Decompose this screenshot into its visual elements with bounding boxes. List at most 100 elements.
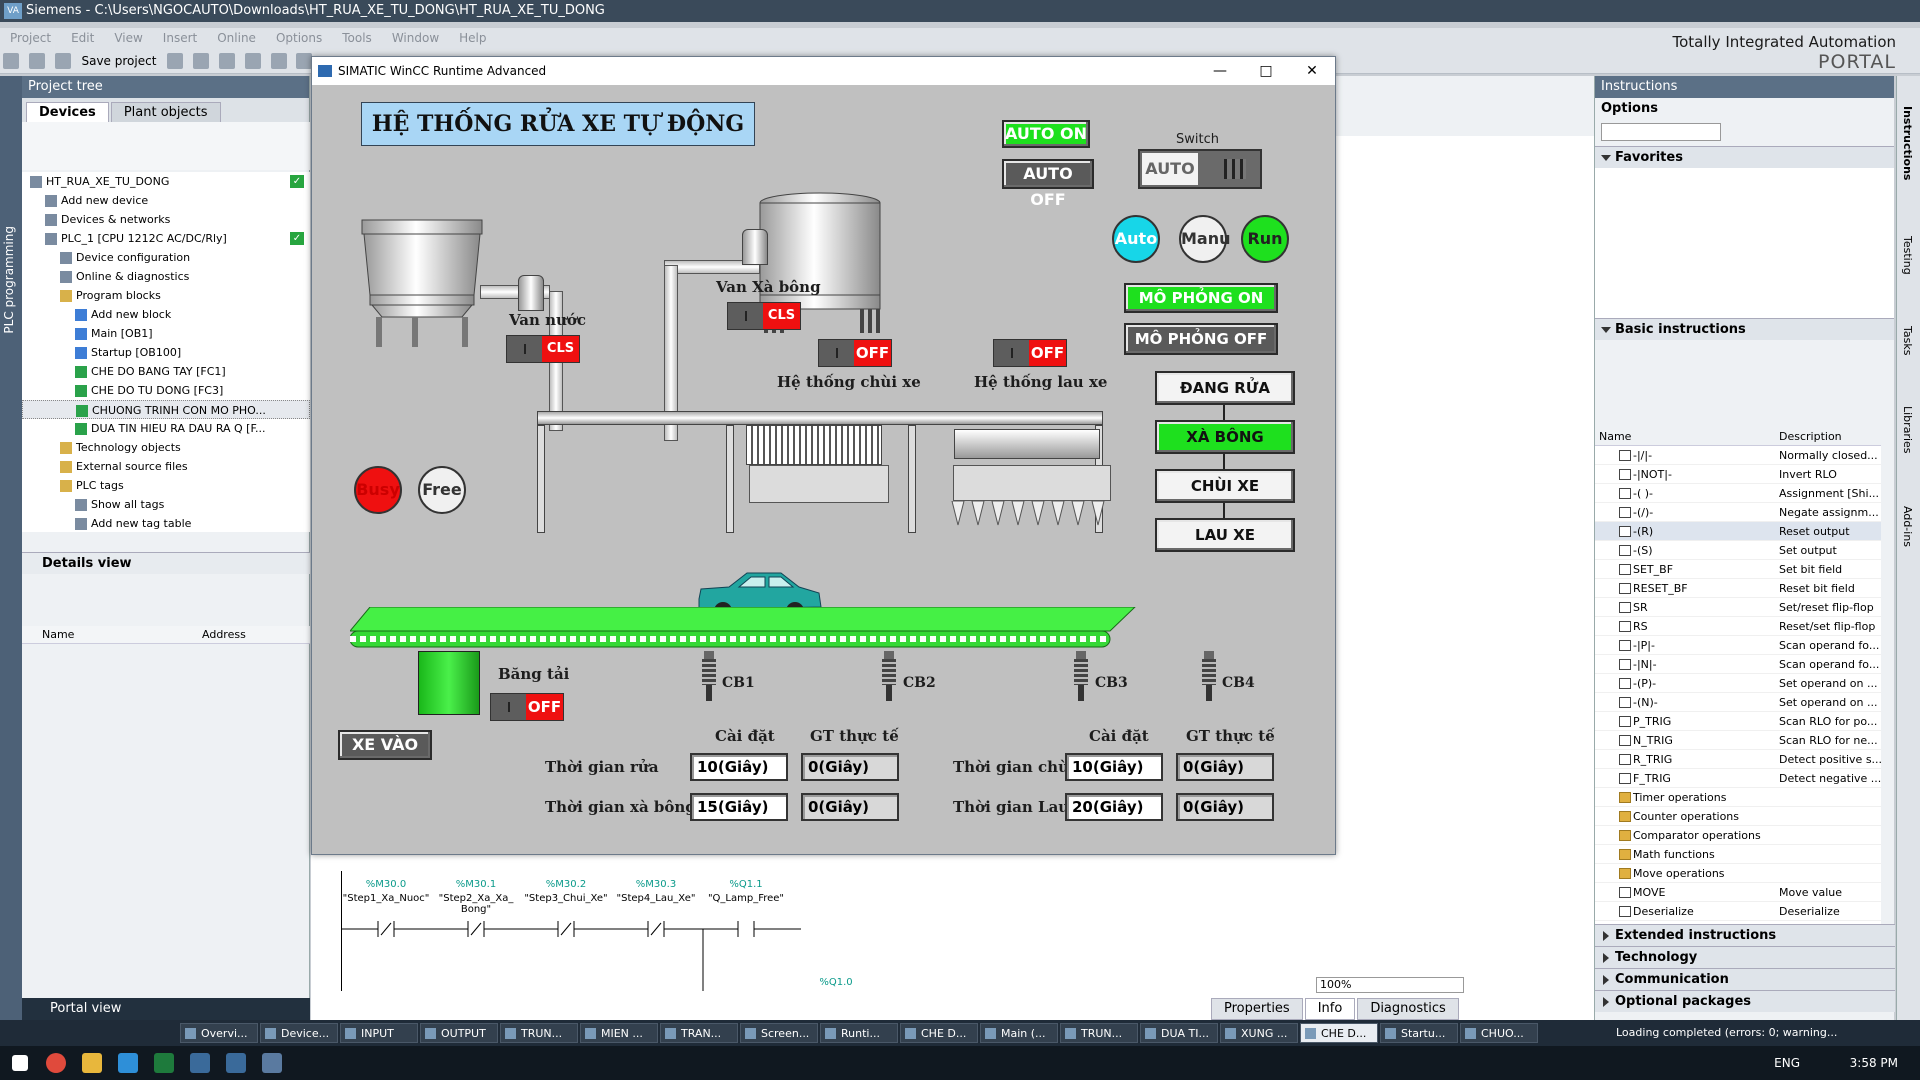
chui-system-toggle[interactable]: OFF: [818, 339, 892, 367]
editor-tab[interactable]: Screen...: [740, 1023, 818, 1043]
tree-item[interactable]: PLC tags: [22, 476, 310, 495]
tree-item[interactable]: Online & diagnostics: [22, 267, 310, 286]
strip-libraries[interactable]: Libraries: [1901, 406, 1914, 454]
extended-instructions-section[interactable]: Extended instructions: [1595, 924, 1895, 946]
tree-item[interactable]: CHUONG TRINH CON MO PHO...: [22, 400, 310, 419]
contact-name[interactable]: "Q_Lamp_Free": [696, 893, 796, 904]
menu-project[interactable]: Project: [0, 28, 61, 48]
tree-item[interactable]: Technology objects: [22, 438, 310, 457]
instruction-row[interactable]: RS Reset/set flip-flop: [1595, 617, 1881, 636]
editor-tab[interactable]: TRAN...: [660, 1023, 738, 1043]
instruction-row[interactable]: P_TRIG Scan RLO for po...: [1595, 712, 1881, 731]
open-project-icon[interactable]: [28, 53, 45, 69]
tree-item[interactable]: External source files: [22, 457, 310, 476]
menu-options[interactable]: Options: [266, 28, 332, 48]
instruction-row[interactable]: -|P|- Scan operand fo...: [1595, 636, 1881, 655]
instruction-row[interactable]: -(S) Set output: [1595, 541, 1881, 560]
strip-add-ins[interactable]: Add-ins: [1901, 506, 1914, 547]
editor-tab[interactable]: Main (...: [980, 1023, 1058, 1043]
instruction-row[interactable]: MOVE Move value: [1595, 883, 1881, 902]
wincc-icon[interactable]: [262, 1053, 282, 1073]
strip-tasks[interactable]: Tasks: [1901, 326, 1914, 355]
editor-tab[interactable]: Overvi...: [180, 1023, 258, 1043]
instruction-row[interactable]: SET_BF Set bit field: [1595, 560, 1881, 579]
contact-name[interactable]: "Step3_Chui_Xe": [516, 893, 616, 904]
instruction-row[interactable]: -(/)- Negate assignm...: [1595, 503, 1881, 522]
new-project-icon[interactable]: [3, 53, 19, 69]
tree-item[interactable]: Startup [OB100]: [22, 343, 310, 362]
plc-programming-label[interactable]: PLC programming: [2, 226, 16, 334]
save-icon[interactable]: [54, 53, 71, 69]
lau-system-toggle[interactable]: OFF: [993, 339, 1067, 367]
contact-name[interactable]: "Step2_Xa_Xa_ Bong": [426, 893, 526, 915]
menu-window[interactable]: Window: [382, 28, 449, 48]
instruction-row[interactable]: Timer operations: [1595, 788, 1881, 807]
editor-tab[interactable]: Runti...: [820, 1023, 898, 1043]
tab-plant-objects[interactable]: Plant objects: [110, 102, 221, 123]
instruction-row[interactable]: R_TRIG Detect positive s...: [1595, 750, 1881, 769]
contact-name[interactable]: "Step1_Xa_Nuoc": [336, 893, 436, 904]
instruction-row[interactable]: Counter operations: [1595, 807, 1881, 826]
cut-icon[interactable]: [193, 53, 210, 69]
windows-start-icon[interactable]: [12, 1055, 28, 1071]
tree-item[interactable]: CHE DO BANG TAY [FC1]: [22, 362, 310, 381]
editor-tab[interactable]: TRUN...: [500, 1023, 578, 1043]
file-explorer-icon[interactable]: [82, 1053, 102, 1073]
editor-tab[interactable]: CHE D...: [900, 1023, 978, 1043]
instruction-row[interactable]: -( )- Assignment [Shi...: [1595, 484, 1881, 503]
tree-item[interactable]: CHE DO TU DONG [FC3]: [22, 381, 310, 400]
editor-tab[interactable]: Startu...: [1380, 1023, 1458, 1043]
strip-instructions[interactable]: Instructions: [1901, 106, 1914, 180]
instruction-row[interactable]: -|N|- Scan operand fo...: [1595, 655, 1881, 674]
instruction-row[interactable]: -|/|- Normally closed...: [1595, 446, 1881, 465]
menu-edit[interactable]: Edit: [61, 28, 104, 48]
chrome-icon[interactable]: [46, 1053, 66, 1073]
strip-testing[interactable]: Testing: [1901, 236, 1914, 275]
excel-icon[interactable]: [154, 1053, 174, 1073]
copy-icon[interactable]: [218, 53, 235, 69]
save-project-button[interactable]: Save project: [81, 48, 156, 74]
editor-tab[interactable]: MIEN ...: [580, 1023, 658, 1043]
editor-tab[interactable]: CHE D...: [1300, 1023, 1378, 1043]
mode-switch[interactable]: AUTO: [1138, 149, 1262, 189]
tab-info[interactable]: Info: [1304, 998, 1356, 1020]
editor-tab[interactable]: OUTPUT: [420, 1023, 498, 1043]
xe-vao-button[interactable]: XE VÀO: [338, 730, 432, 760]
app-icon[interactable]: [118, 1053, 138, 1073]
tree-item[interactable]: Device configuration: [22, 248, 310, 267]
instruction-row[interactable]: SR Set/reset flip-flop: [1595, 598, 1881, 617]
sim-on-button[interactable]: MÔ PHỎNG ON: [1124, 283, 1278, 313]
tree-item[interactable]: PLC_1 [CPU 1212C AC/DC/Rly] ✓: [22, 229, 310, 248]
instruction-row[interactable]: Math functions: [1595, 845, 1881, 864]
editor-tab[interactable]: XUNG ...: [1220, 1023, 1298, 1043]
instruction-row[interactable]: RESET_BF Reset bit field: [1595, 579, 1881, 598]
contact-name[interactable]: "Step4_Lau_Xe": [606, 893, 706, 904]
portal-view-button[interactable]: Portal view: [22, 998, 310, 1020]
menu-view[interactable]: View: [104, 28, 152, 48]
tree-item[interactable]: DUA TIN HIEU RA DAU RA Q [F...: [22, 419, 310, 438]
paste-icon[interactable]: [244, 53, 261, 69]
menu-online[interactable]: Online: [207, 28, 266, 48]
language-indicator[interactable]: ENG: [1774, 1046, 1800, 1080]
clock[interactable]: 3:58 PM: [1850, 1046, 1898, 1080]
minimize-icon[interactable]: —: [1197, 57, 1243, 85]
technology-section[interactable]: Technology: [1595, 946, 1895, 968]
undo-icon[interactable]: [296, 53, 313, 69]
tree-item[interactable]: Devices & networks: [22, 210, 310, 229]
details-view-header[interactable]: Details view: [22, 552, 310, 574]
delete-icon[interactable]: [270, 53, 287, 69]
instruction-search-input[interactable]: [1601, 123, 1721, 141]
maximize-icon[interactable]: □: [1243, 57, 1289, 85]
instruction-row[interactable]: N_TRIG Scan RLO for ne...: [1595, 731, 1881, 750]
tab-diagnostics[interactable]: Diagnostics: [1357, 998, 1459, 1020]
tree-item[interactable]: HT_RUA_XE_TU_DONG ✓: [22, 172, 310, 191]
soap-valve-control[interactable]: CLS: [727, 302, 801, 330]
tree-item[interactable]: Main [OB1]: [22, 324, 310, 343]
editor-tab[interactable]: CHUO...: [1460, 1023, 1538, 1043]
print-icon[interactable]: [167, 53, 184, 69]
editor-tab[interactable]: DUA TI...: [1140, 1023, 1218, 1043]
tree-item[interactable]: Add new device: [22, 191, 310, 210]
instruction-row[interactable]: Comparator operations: [1595, 826, 1881, 845]
instruction-row[interactable]: F_TRIG Detect negative ...: [1595, 769, 1881, 788]
instruction-row[interactable]: -(P)- Set operand on ...: [1595, 674, 1881, 693]
